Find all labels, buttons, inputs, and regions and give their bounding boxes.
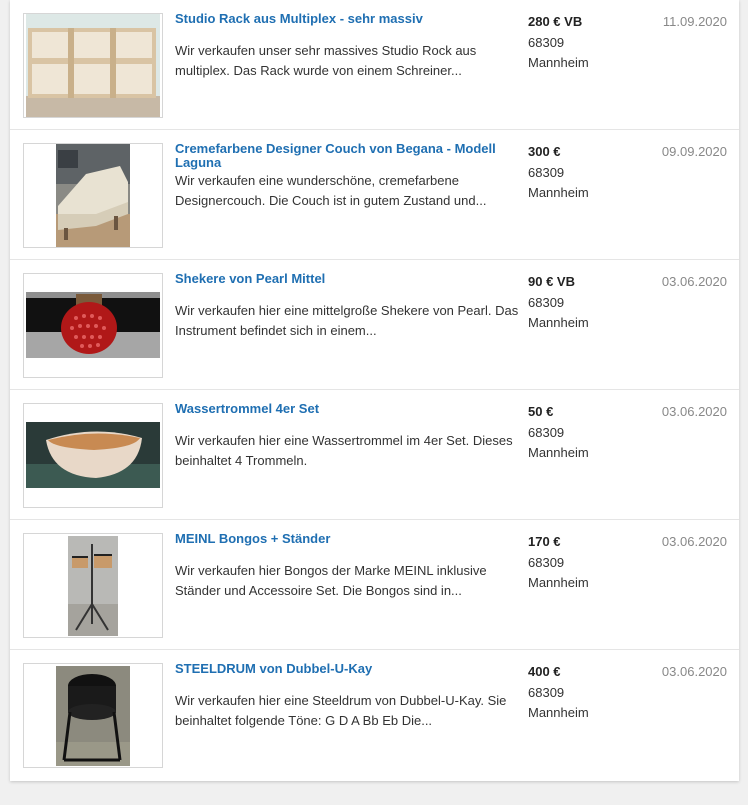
listing-city: Mannheim (528, 185, 589, 200)
listing-zip: 68309 (528, 165, 565, 180)
listing-city: Mannheim (528, 315, 589, 330)
listing-price: 90 € VB (528, 274, 575, 289)
listing-price: 400 € (528, 664, 561, 679)
listing-item[interactable]: Cremefarbene Designer Couch von Begana -… (10, 130, 739, 260)
listing-zip: 68309 (528, 35, 565, 50)
listing-description: Wir verkaufen hier eine Wassertrommel im… (175, 433, 513, 468)
listing-thumbnail-couch[interactable] (23, 143, 163, 248)
listing-title[interactable]: Studio Rack aus Multiplex - sehr massiv (175, 12, 515, 26)
listing-item[interactable]: MEINL Bongos + Ständer Wir verkaufen hie… (10, 520, 739, 650)
listing-city: Mannheim (528, 705, 589, 720)
listing-description: Wir verkaufen unser sehr massives Studio… (175, 43, 477, 78)
listing-zip: 68309 (528, 295, 565, 310)
listing-description: Wir verkaufen hier Bongos der Marke MEIN… (175, 563, 487, 598)
listing-item[interactable]: Wassertrommel 4er Set Wir verkaufen hier… (10, 390, 739, 520)
listing-thumbnail-steeldrum[interactable] (23, 663, 163, 768)
listing-date: 03.06.2020 (661, 534, 727, 549)
listing-title[interactable]: STEELDRUM von Dubbel-U-Kay (175, 662, 515, 676)
listing-title[interactable]: Cremefarbene Designer Couch von Begana -… (175, 142, 515, 170)
listing-city: Mannheim (528, 575, 589, 590)
listing-description: Wir verkaufen hier eine Steeldrum von Du… (175, 693, 507, 728)
listing-item[interactable]: Shekere von Pearl Mittel Wir verkaufen h… (10, 260, 739, 390)
listing-city: Mannheim (528, 445, 589, 460)
listing-price: 170 € (528, 534, 561, 549)
listing-date: 03.06.2020 (661, 404, 727, 419)
listing-thumbnail-water-drum[interactable] (23, 403, 163, 508)
listing-item[interactable]: STEELDRUM von Dubbel-U-Kay Wir verkaufen… (10, 650, 739, 779)
listing-description: Wir verkaufen hier eine mittelgroße Shek… (175, 303, 519, 338)
listing-title[interactable]: Shekere von Pearl Mittel (175, 272, 515, 286)
listing-price: 300 € (528, 144, 561, 159)
listing-city: Mannheim (528, 55, 589, 70)
listing-thumbnail-studio-rack[interactable] (23, 13, 163, 118)
listing-price: 280 € VB (528, 14, 583, 29)
listing-description: Wir verkaufen eine wunderschöne, cremefa… (175, 173, 487, 208)
listing-list: Studio Rack aus Multiplex - sehr massiv … (10, 0, 739, 781)
listing-date: 11.09.2020 (662, 14, 727, 29)
listing-date: 03.06.2020 (661, 664, 727, 679)
listing-title[interactable]: MEINL Bongos + Ständer (175, 532, 515, 546)
listing-zip: 68309 (528, 555, 565, 570)
listing-price: 50 € (528, 404, 554, 419)
listing-thumbnail-bongos[interactable] (23, 533, 163, 638)
listing-zip: 68309 (528, 425, 565, 440)
listing-thumbnail-shekere[interactable] (23, 273, 163, 378)
listing-title[interactable]: Wassertrommel 4er Set (175, 402, 515, 416)
listing-item[interactable]: Studio Rack aus Multiplex - sehr massiv … (10, 0, 739, 130)
listing-date: 09.09.2020 (661, 144, 727, 159)
listing-zip: 68309 (528, 685, 565, 700)
listing-date: 03.06.2020 (661, 274, 727, 289)
